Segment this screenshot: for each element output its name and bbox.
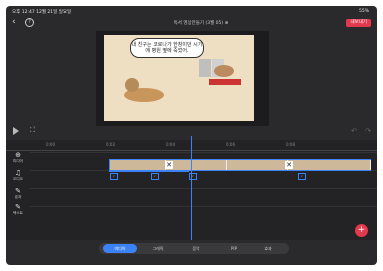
music-icon: ♫ (14, 169, 22, 177)
audio-marker[interactable]: ♪ (151, 173, 159, 180)
tab-music[interactable]: 음악 (179, 244, 213, 253)
video-clip[interactable] (227, 160, 288, 170)
video-clip[interactable] (166, 160, 227, 170)
ruler-tick: 0:08 (286, 142, 295, 147)
status-time: 오후 12:47 12월 21일 일요일 (12, 10, 72, 15)
sidebar-item-label: 효과 (14, 195, 22, 199)
audio-marker[interactable]: ♪ (110, 173, 118, 180)
transition-icon[interactable]: ✕ (285, 161, 293, 169)
tab-effects[interactable]: 효과 (251, 244, 285, 253)
tab-pip[interactable]: PIP (217, 244, 251, 253)
top-bar: ‹ ? 독서 영상만들기 (3월 05) ⊕ 내보내기 (6, 16, 377, 30)
add-button[interactable]: + (355, 224, 368, 237)
text-icon: ✎ (15, 203, 21, 211)
ruler-tick: 0:02 (106, 142, 115, 147)
back-icon[interactable]: ‹ (12, 18, 20, 27)
sidebar-item-label: 미디어 (13, 159, 23, 163)
sidebar-item-audio[interactable]: ♫ 오디오 (6, 170, 30, 182)
media-icon: ⊕ (15, 151, 21, 159)
sidebar-item-label: 텍스트 (13, 211, 23, 215)
ruler-tick: 0:06 (226, 142, 235, 147)
tab-media[interactable]: 미디어 (103, 244, 137, 253)
status-bar: 오후 12:47 12월 21일 일요일 55% (6, 6, 377, 16)
sidebar-item-label: 오디오 (13, 177, 23, 181)
audio-clip[interactable] (109, 171, 189, 172)
redo-icon[interactable]: ↷ (365, 127, 371, 135)
timeline-sidebar: ⊕ 미디어 ♫ 오디오 ✎ 효과 ✎ 텍스트 (6, 150, 30, 238)
tab-graphics[interactable]: 그래픽 (141, 244, 175, 253)
app-window: 오후 12:47 12월 21일 일요일 55% ‹ ? 독서 영상만들기 (3… (6, 6, 377, 265)
playhead[interactable] (191, 136, 192, 240)
sidebar-item-text[interactable]: ✎ 텍스트 (6, 204, 30, 216)
speech-bubble: 내 친구는 코로나가 한창이던 시기에 병원 옆에 죽었어. (130, 38, 204, 58)
video-preview: 내 친구는 코로나가 한창이던 시기에 병원 옆에 죽었어. (96, 31, 269, 126)
transition-icon[interactable]: ✕ (165, 161, 173, 169)
audio-track (30, 170, 377, 187)
undo-icon[interactable]: ↶ (351, 127, 357, 135)
preview-canvas: 내 친구는 코로나가 한창이던 시기에 병원 옆에 죽었어. (104, 35, 254, 121)
ruler-tick: 0:04 (166, 142, 175, 147)
text-track (30, 206, 377, 223)
video-clip[interactable] (288, 160, 371, 170)
effects-track (30, 188, 377, 205)
export-button[interactable]: 내보내기 (346, 19, 371, 27)
effects-icon: ✎ (15, 187, 21, 195)
battery-status: 55% (358, 9, 369, 14)
play-icon[interactable] (13, 127, 19, 135)
audio-marker[interactable]: ♪ (298, 173, 306, 180)
bottom-tab-bar: 미디어 그래픽 음악 PIP 효과 (99, 243, 289, 254)
ruler-tick: 0:00 (46, 142, 55, 147)
sidebar-item-effects[interactable]: ✎ 효과 (6, 188, 30, 200)
project-title[interactable]: 독서 영상만들기 (3월 05) ⊕ (146, 20, 256, 26)
sidebar-item-media[interactable]: ⊕ 미디어 (6, 152, 30, 164)
help-icon[interactable]: ? (25, 18, 34, 27)
fullscreen-icon[interactable]: ⛶ (30, 127, 37, 134)
video-clip-strip[interactable]: ✕ ✕ (109, 159, 371, 171)
video-clip[interactable] (110, 160, 166, 170)
